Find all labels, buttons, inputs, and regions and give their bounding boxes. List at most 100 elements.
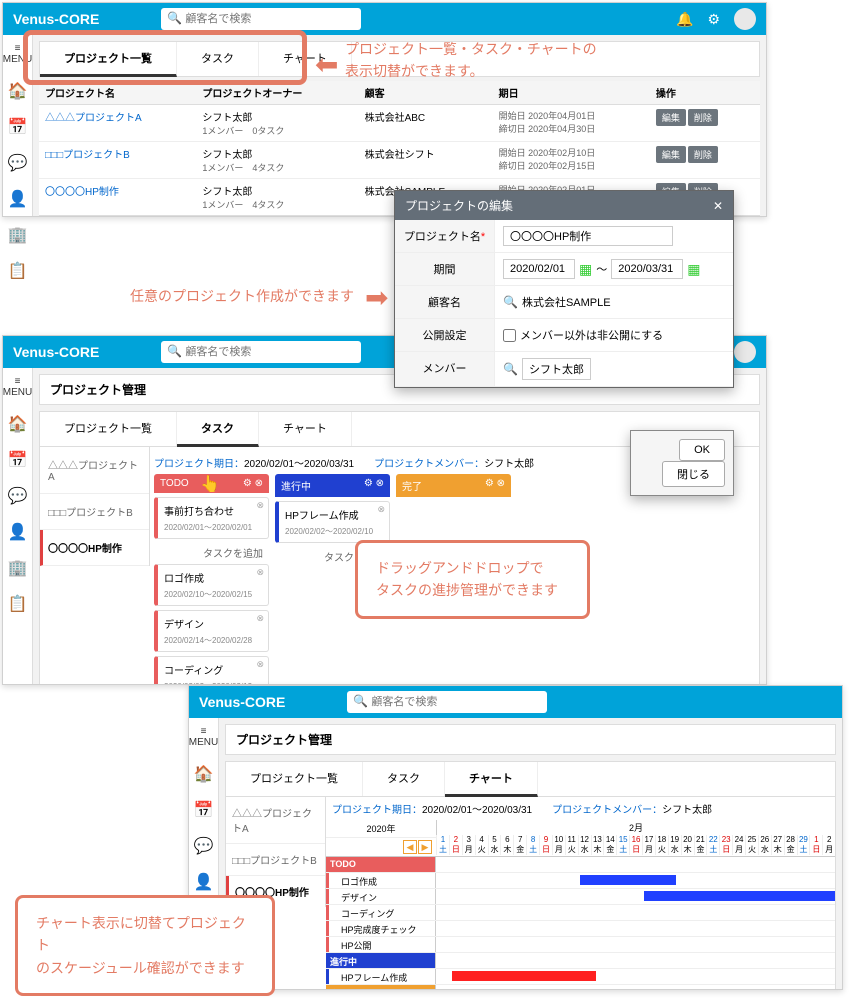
th-owner: プロジェクトオーナー bbox=[196, 81, 358, 105]
home-icon[interactable]: 🏠 bbox=[8, 414, 28, 434]
gear-icon[interactable]: ⚙ ⊗ bbox=[243, 478, 263, 489]
close-icon[interactable]: ⊗ bbox=[256, 659, 264, 670]
gantt-weekday: 月 bbox=[822, 844, 835, 855]
ok-button[interactable]: OK bbox=[679, 439, 725, 461]
gantt-day: 24 bbox=[732, 835, 745, 844]
delete-button[interactable]: 削除 bbox=[688, 146, 718, 163]
task-card[interactable]: ⊗HPフレーム作成2020/02/02～2020/02/10 bbox=[275, 501, 390, 543]
gantt-weekday: 水 bbox=[578, 844, 591, 855]
gantt-day: 27 bbox=[771, 835, 784, 844]
org-icon[interactable]: 🏢 bbox=[8, 558, 28, 578]
gear-icon[interactable]: ⚙ ⊗ bbox=[364, 478, 384, 493]
gantt-day: 2 bbox=[449, 835, 462, 844]
topbar: Venus-CORE 🔍 🔔 ⚙ bbox=[3, 3, 766, 35]
gantt-bar[interactable] bbox=[580, 875, 676, 885]
close-icon[interactable]: ⊗ bbox=[256, 613, 264, 624]
menu-toggle-icon[interactable]: ≡MENU bbox=[189, 726, 218, 748]
th-customer: 顧客 bbox=[359, 81, 493, 105]
project-name-input[interactable] bbox=[503, 226, 673, 246]
gear-icon[interactable]: ⚙ ⊗ bbox=[485, 478, 505, 493]
user-icon[interactable]: 👤 bbox=[8, 522, 28, 542]
project-link[interactable]: □□□プロジェクトB bbox=[45, 150, 130, 161]
prev-icon[interactable]: ◀ bbox=[403, 840, 417, 854]
search-icon[interactable]: 🔍 bbox=[503, 295, 518, 309]
edit-button[interactable]: 編集 bbox=[656, 109, 686, 126]
gantt-day: 3 bbox=[462, 835, 475, 844]
edit-button[interactable]: 編集 bbox=[656, 146, 686, 163]
calendar-icon[interactable]: 📅 bbox=[8, 117, 28, 137]
chat-icon[interactable]: 💬 bbox=[194, 836, 214, 856]
chat-icon[interactable]: 💬 bbox=[8, 486, 28, 506]
gear-icon[interactable]: ⚙ bbox=[707, 11, 720, 28]
date-to-input[interactable] bbox=[611, 259, 683, 279]
search-input[interactable] bbox=[161, 8, 361, 30]
gantt-weekday: 日 bbox=[629, 844, 642, 855]
calendar-icon[interactable]: ▦ bbox=[687, 261, 700, 278]
gantt-weekday: 土 bbox=[797, 844, 810, 855]
tab-chart[interactable]: チャート bbox=[445, 762, 538, 797]
tab-task[interactable]: タスク bbox=[177, 412, 259, 447]
date-from-input[interactable] bbox=[503, 259, 575, 279]
search-input[interactable] bbox=[161, 341, 361, 363]
project-item[interactable]: △△△プロジェクトA bbox=[226, 797, 325, 844]
tab-task[interactable]: タスク bbox=[363, 762, 445, 796]
copy-icon[interactable]: 📋 bbox=[8, 594, 28, 614]
user-icon[interactable]: 👤 bbox=[194, 872, 214, 892]
project-link[interactable]: 〇〇〇〇HP制作 bbox=[45, 187, 119, 198]
home-icon[interactable]: 🏠 bbox=[8, 81, 28, 101]
gantt-section: 完了 bbox=[326, 985, 436, 989]
tab-list[interactable]: プロジェクト一覧 bbox=[40, 412, 177, 446]
gantt-bar[interactable] bbox=[644, 891, 836, 901]
tab-list[interactable]: プロジェクト一覧 bbox=[40, 42, 177, 77]
gantt-weekday: 火 bbox=[655, 844, 668, 855]
close-icon[interactable]: ✕ bbox=[713, 199, 723, 213]
gantt-day: 14 bbox=[603, 835, 616, 844]
gantt-day: 19 bbox=[668, 835, 681, 844]
task-card[interactable]: ⊗コーディング2020/03/02～2020/03/13 bbox=[154, 656, 269, 684]
calendar-icon[interactable]: 📅 bbox=[8, 450, 28, 470]
home-icon[interactable]: 🏠 bbox=[194, 764, 214, 784]
org-icon[interactable]: 🏢 bbox=[8, 225, 28, 245]
avatar[interactable] bbox=[734, 341, 756, 363]
delete-button[interactable]: 削除 bbox=[688, 109, 718, 126]
avatar[interactable] bbox=[734, 8, 756, 30]
visibility-checkbox[interactable] bbox=[503, 329, 516, 342]
th-period: 期日 bbox=[493, 81, 650, 105]
copy-icon[interactable]: 📋 bbox=[8, 261, 28, 281]
task-card[interactable]: ⊗ロゴ作成2020/02/10～2020/02/15 bbox=[154, 564, 269, 606]
tab-task[interactable]: タスク bbox=[177, 42, 259, 76]
task-card[interactable]: ⊗事前打ち合わせ2020/02/01～2020/02/01 bbox=[154, 497, 269, 539]
tab-chart[interactable]: チャート bbox=[259, 412, 352, 446]
arrow-left-icon: ⬅ bbox=[315, 48, 338, 81]
gantt-day: 21 bbox=[694, 835, 707, 844]
gantt-weekday: 火 bbox=[565, 844, 578, 855]
close-button[interactable]: 閉じる bbox=[662, 461, 725, 487]
bell-icon[interactable]: 🔔 bbox=[676, 11, 693, 28]
search-icon[interactable]: 🔍 bbox=[503, 362, 518, 376]
search-input[interactable] bbox=[347, 691, 547, 713]
add-task[interactable]: タスクを追加 bbox=[154, 545, 269, 560]
tab-list[interactable]: プロジェクト一覧 bbox=[226, 762, 363, 796]
user-icon[interactable]: 👤 bbox=[8, 189, 28, 209]
next-icon[interactable]: ▶ bbox=[418, 840, 432, 854]
menu-toggle-icon[interactable]: ≡MENU bbox=[3, 43, 32, 65]
project-item[interactable]: △△△プロジェクトA bbox=[40, 447, 149, 494]
kanban-col-todo: TODO⚙ ⊗ ⊗事前打ち合わせ2020/02/01～2020/02/01 タス… bbox=[154, 474, 269, 684]
project-item[interactable]: □□□プロジェクトB bbox=[40, 494, 149, 530]
close-icon[interactable]: ⊗ bbox=[256, 567, 264, 578]
project-item[interactable]: □□□プロジェクトB bbox=[226, 844, 325, 876]
calendar-icon[interactable]: 📅 bbox=[194, 800, 214, 820]
close-icon[interactable]: ⊗ bbox=[256, 500, 264, 511]
project-link[interactable]: △△△プロジェクトA bbox=[45, 113, 142, 124]
menu-toggle-icon[interactable]: ≡MENU bbox=[3, 376, 32, 398]
gantt-weekday: 土 bbox=[526, 844, 539, 855]
gantt-weekday: 土 bbox=[436, 844, 449, 855]
gantt-weekday: 木 bbox=[681, 844, 694, 855]
calendar-icon[interactable]: ▦ bbox=[579, 261, 592, 278]
chat-icon[interactable]: 💬 bbox=[8, 153, 28, 173]
table-row: △△△プロジェクトA シフト太郎1メンバー 0タスク 株式会社ABC 開始日 2… bbox=[39, 105, 760, 142]
task-card[interactable]: ⊗デザイン2020/02/14～2020/02/28 bbox=[154, 610, 269, 652]
gantt-bar[interactable] bbox=[452, 971, 596, 981]
close-icon[interactable]: ⊗ bbox=[377, 504, 385, 515]
project-item-selected[interactable]: 〇〇〇〇HP制作 bbox=[40, 530, 149, 566]
